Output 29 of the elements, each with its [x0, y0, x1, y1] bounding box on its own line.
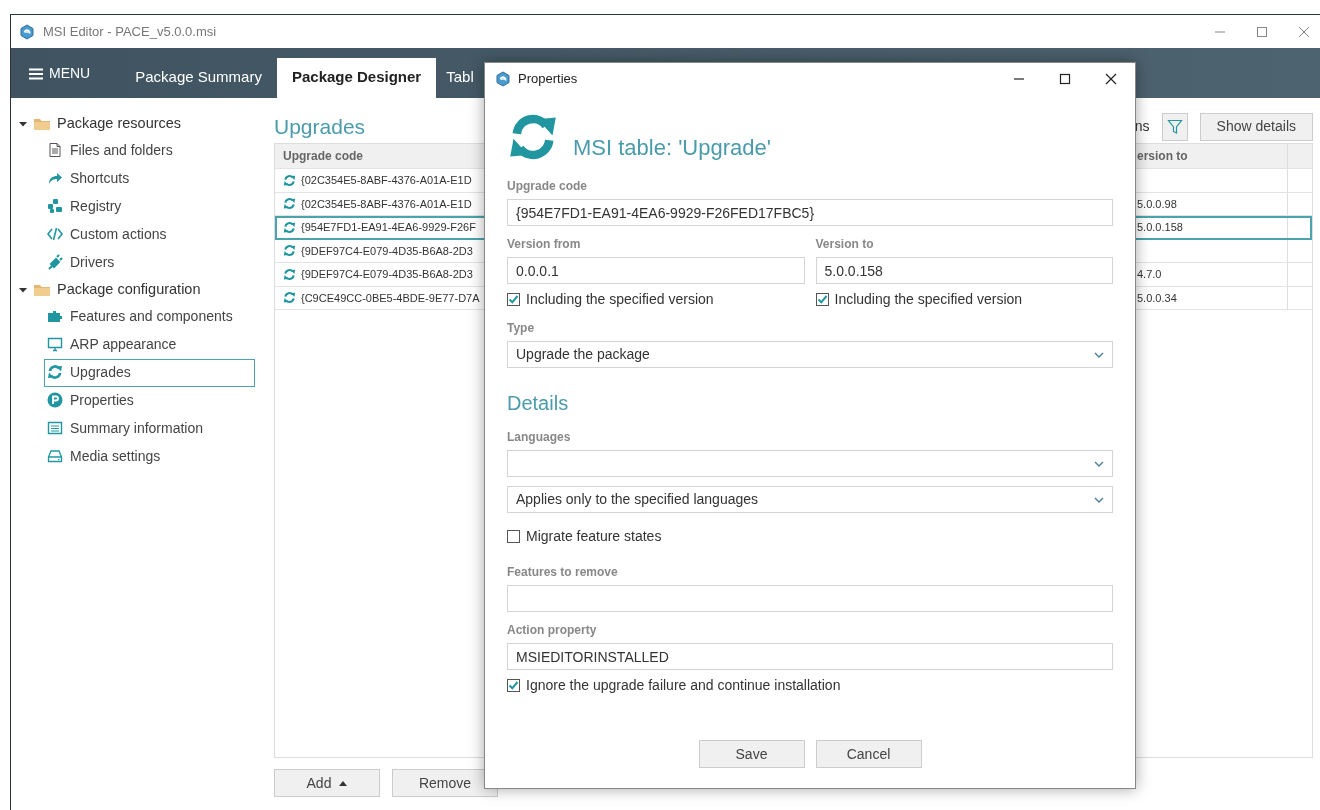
- field-label: Version to: [815, 236, 875, 253]
- table-cell-text: {02C354E5-8ABF-4376-A01A-E1D: [301, 173, 472, 188]
- table-cell-text: {9DEF97C4-E079-4D35-B6A8-2D3: [301, 267, 473, 282]
- dialog-heading: MSI table: 'Upgrade': [573, 137, 771, 162]
- table-cell-text: {C9CE49CC-0BE5-4BDE-9E77-D7A: [301, 290, 480, 306]
- window-title: MSI Editor - PACE_v5.0.0.msi: [43, 22, 217, 41]
- section-heading: Details: [507, 391, 570, 416]
- table-cell-text: 5.0.0.158: [1137, 220, 1183, 235]
- table-cell-text: {9DEF97C4-E079-4D35-B6A8-2D3: [301, 243, 473, 259]
- dialog-title: Properties: [518, 70, 578, 89]
- table-cell-text: {954E7FD1-EA91-4EA6-9929-F26F: [301, 220, 476, 235]
- checkbox-label: Ignore the upgrade failure and continue installation: [526, 676, 841, 695]
- checkbox-label: Including the specified version: [834, 290, 1023, 309]
- field-label: Action property: [507, 622, 598, 639]
- field-label: Version from: [507, 236, 582, 253]
- table-cell-text: 5.0.0.34: [1137, 290, 1177, 306]
- checkbox-label: Including the specified version: [526, 290, 714, 309]
- page-title: Upgrades: [274, 113, 366, 140]
- checkbox-label: Migrate feature states: [526, 527, 662, 546]
- column-header: Upgrade code: [282, 148, 364, 165]
- table-cell-text: 4.7.0: [1137, 267, 1162, 282]
- field-label: Languages: [507, 429, 572, 446]
- field-label: Type: [507, 320, 536, 337]
- field-label: Features to remove: [507, 564, 619, 581]
- table-cell-text: {02C354E5-8ABF-4376-A01A-E1D: [301, 196, 472, 212]
- table-cell-text: 5.0.0.98: [1137, 196, 1177, 212]
- toolbar-label: ns: [1134, 117, 1150, 136]
- column-header: ersion to: [1137, 148, 1189, 165]
- field-label: Upgrade code: [507, 178, 588, 195]
